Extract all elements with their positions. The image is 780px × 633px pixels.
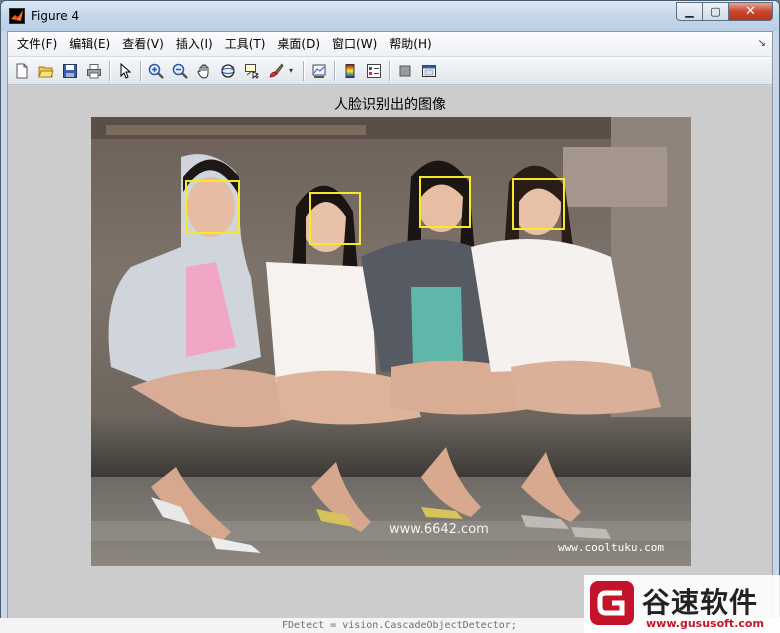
site-brand-watermark: 谷速软件 www.gususoft.com: [584, 575, 780, 633]
axes-title: 人脸识别出的图像: [334, 97, 446, 113]
menu-edit[interactable]: 编辑(E): [63, 33, 116, 55]
group-photo: www.6642.com www.cooltuku.com: [91, 117, 691, 566]
rotate-3d-button[interactable]: [217, 60, 239, 82]
photo-scene: [91, 117, 691, 566]
save-figure-icon: [63, 63, 77, 78]
menu-desktop[interactable]: 桌面(D): [271, 33, 326, 55]
link-plot-icon: [312, 64, 326, 78]
minimize-button[interactable]: ▁: [676, 2, 703, 21]
minimize-icon: ▁: [685, 5, 694, 18]
hide-plot-tools-button[interactable]: [394, 60, 416, 82]
hide-plot-tools-icon: [399, 65, 411, 76]
toolbar-separator: [303, 60, 304, 81]
window-title: Figure 4: [31, 9, 80, 23]
figure-toolbar: ▾: [8, 57, 772, 85]
figure-canvas: 人脸识别出的图像 www.6642.com www.cooltuku.com: [8, 86, 772, 632]
close-button[interactable]: ✕: [729, 2, 773, 21]
brand-url: www.gususoft.com: [646, 617, 764, 630]
legend-icon: [367, 63, 381, 78]
print-figure-button[interactable]: [83, 60, 105, 82]
toolbar-separator: [389, 60, 390, 81]
link-plot-button[interactable]: [308, 60, 330, 82]
edit-plot-button[interactable]: [114, 60, 136, 82]
face-detection-box: [185, 180, 240, 234]
colorbar-button[interactable]: [339, 60, 361, 82]
brush-button[interactable]: [265, 60, 287, 82]
zoom-in-icon: [148, 63, 164, 79]
menu-help[interactable]: 帮助(H): [383, 33, 437, 55]
figure-window: Figure 4 ▁ ▢ ✕ 文件(F) 编辑(E) 查看(V) 插入(I) 工…: [0, 0, 780, 633]
window-controls: ▁ ▢ ✕: [676, 2, 773, 21]
rotate-3d-icon: [221, 63, 235, 78]
photo-watermark-center: www.6642.com: [389, 522, 489, 537]
pan-icon: [197, 64, 209, 78]
brush-icon: [269, 62, 284, 77]
client-area: 文件(F) 编辑(E) 查看(V) 插入(I) 工具(T) 桌面(D) 窗口(W…: [7, 31, 773, 632]
zoom-in-button[interactable]: [145, 60, 167, 82]
matlab-logo-icon: [9, 8, 25, 24]
brush-dropdown-icon[interactable]: ▾: [289, 66, 297, 75]
zoom-out-button[interactable]: [169, 60, 191, 82]
show-plot-tools-button[interactable]: [418, 60, 440, 82]
colorbar-icon: [345, 63, 355, 78]
menu-tools[interactable]: 工具(T): [219, 33, 272, 55]
title-bar[interactable]: Figure 4 ▁ ▢ ✕: [1, 1, 779, 31]
face-detection-box: [309, 192, 361, 245]
face-detection-box: [419, 176, 471, 228]
new-figure-icon: [16, 63, 28, 78]
zoom-out-icon: [172, 63, 188, 79]
data-cursor-button[interactable]: [241, 60, 263, 82]
legend-button[interactable]: [363, 60, 385, 82]
brand-logo-icon: [590, 581, 634, 625]
new-figure-button[interactable]: [11, 60, 33, 82]
menu-bar: 文件(F) 编辑(E) 查看(V) 插入(I) 工具(T) 桌面(D) 窗口(W…: [8, 32, 772, 57]
menu-file[interactable]: 文件(F): [11, 33, 63, 55]
open-file-button[interactable]: [35, 60, 57, 82]
maximize-button[interactable]: ▢: [703, 2, 729, 21]
show-plot-tools-icon: [422, 64, 436, 77]
menu-window[interactable]: 窗口(W): [326, 33, 383, 55]
save-figure-button[interactable]: [59, 60, 81, 82]
edit-plot-icon: [120, 62, 132, 79]
menu-insert[interactable]: 插入(I): [170, 33, 219, 55]
pan-button[interactable]: [193, 60, 215, 82]
open-file-icon: [38, 66, 54, 77]
data-cursor-icon: [245, 63, 259, 79]
toolbar-separator: [140, 60, 141, 81]
dock-arrow-icon[interactable]: ↘: [758, 38, 766, 49]
close-icon: ✕: [745, 4, 756, 19]
toolbar-separator: [334, 60, 335, 81]
toolbar-separator: [109, 60, 110, 81]
maximize-icon: ▢: [710, 5, 721, 18]
photo-watermark-corner: www.cooltuku.com: [558, 541, 664, 554]
print-figure-icon: [87, 63, 101, 78]
face-detection-box: [512, 178, 565, 230]
brand-name: 谷速软件: [642, 586, 759, 619]
menu-view[interactable]: 查看(V): [116, 33, 170, 55]
